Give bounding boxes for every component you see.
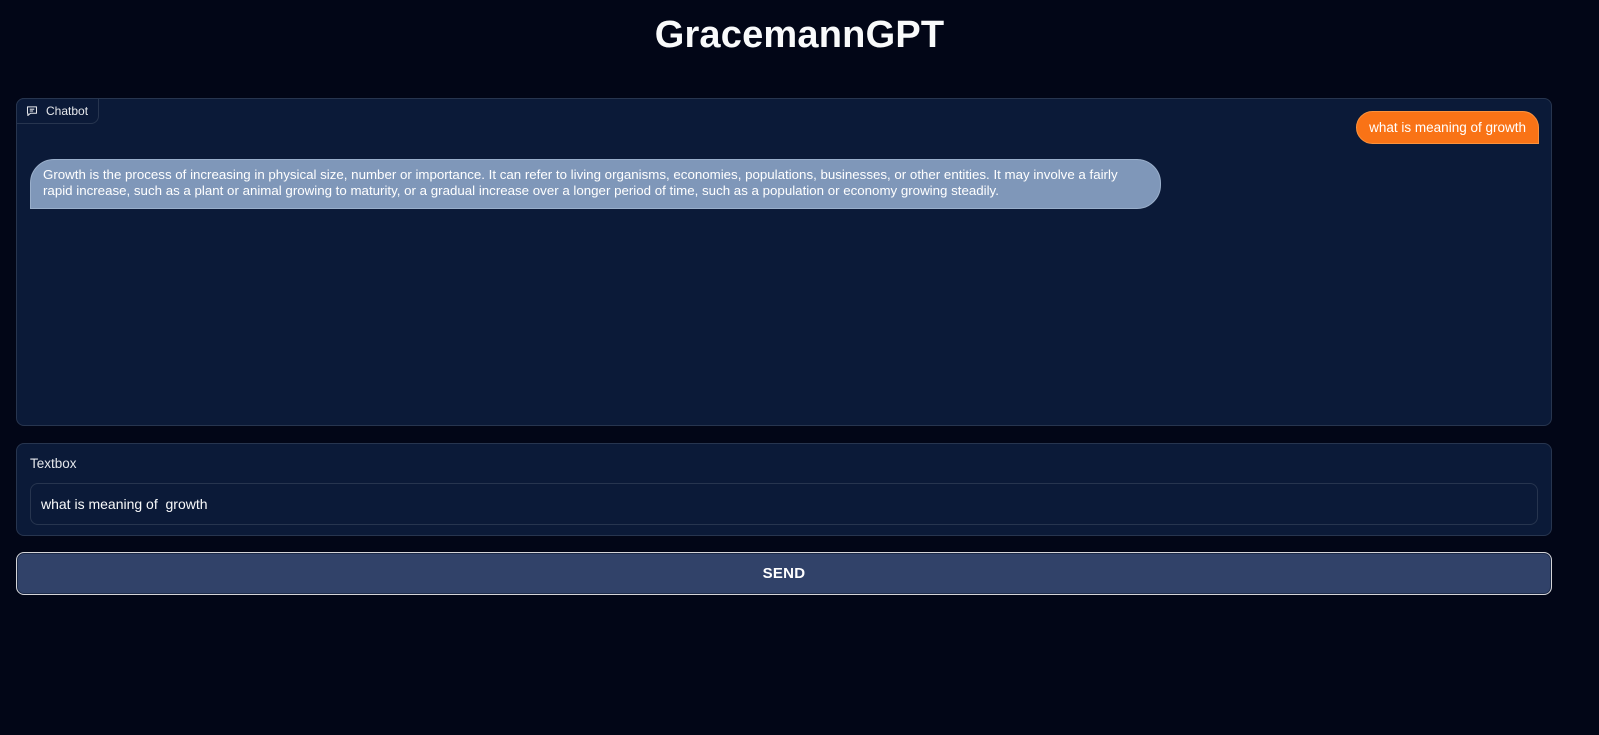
chat-bubble-icon (26, 105, 38, 117)
app-title: GracemannGPT (654, 14, 945, 56)
send-button[interactable]: SEND (16, 552, 1552, 595)
chatbot-panel[interactable]: Chatbot what is meaning of growth Growth… (16, 98, 1552, 426)
textbox-label: Textbox (30, 456, 77, 471)
chatbot-label: Chatbot (16, 98, 100, 124)
message-input[interactable] (30, 483, 1538, 525)
textbox-block: Textbox (16, 443, 1552, 536)
user-message: what is meaning of growth (1356, 111, 1539, 144)
bot-message: Growth is the process of increasing in p… (30, 159, 1161, 209)
chatbot-label-text: Chatbot (46, 104, 89, 118)
